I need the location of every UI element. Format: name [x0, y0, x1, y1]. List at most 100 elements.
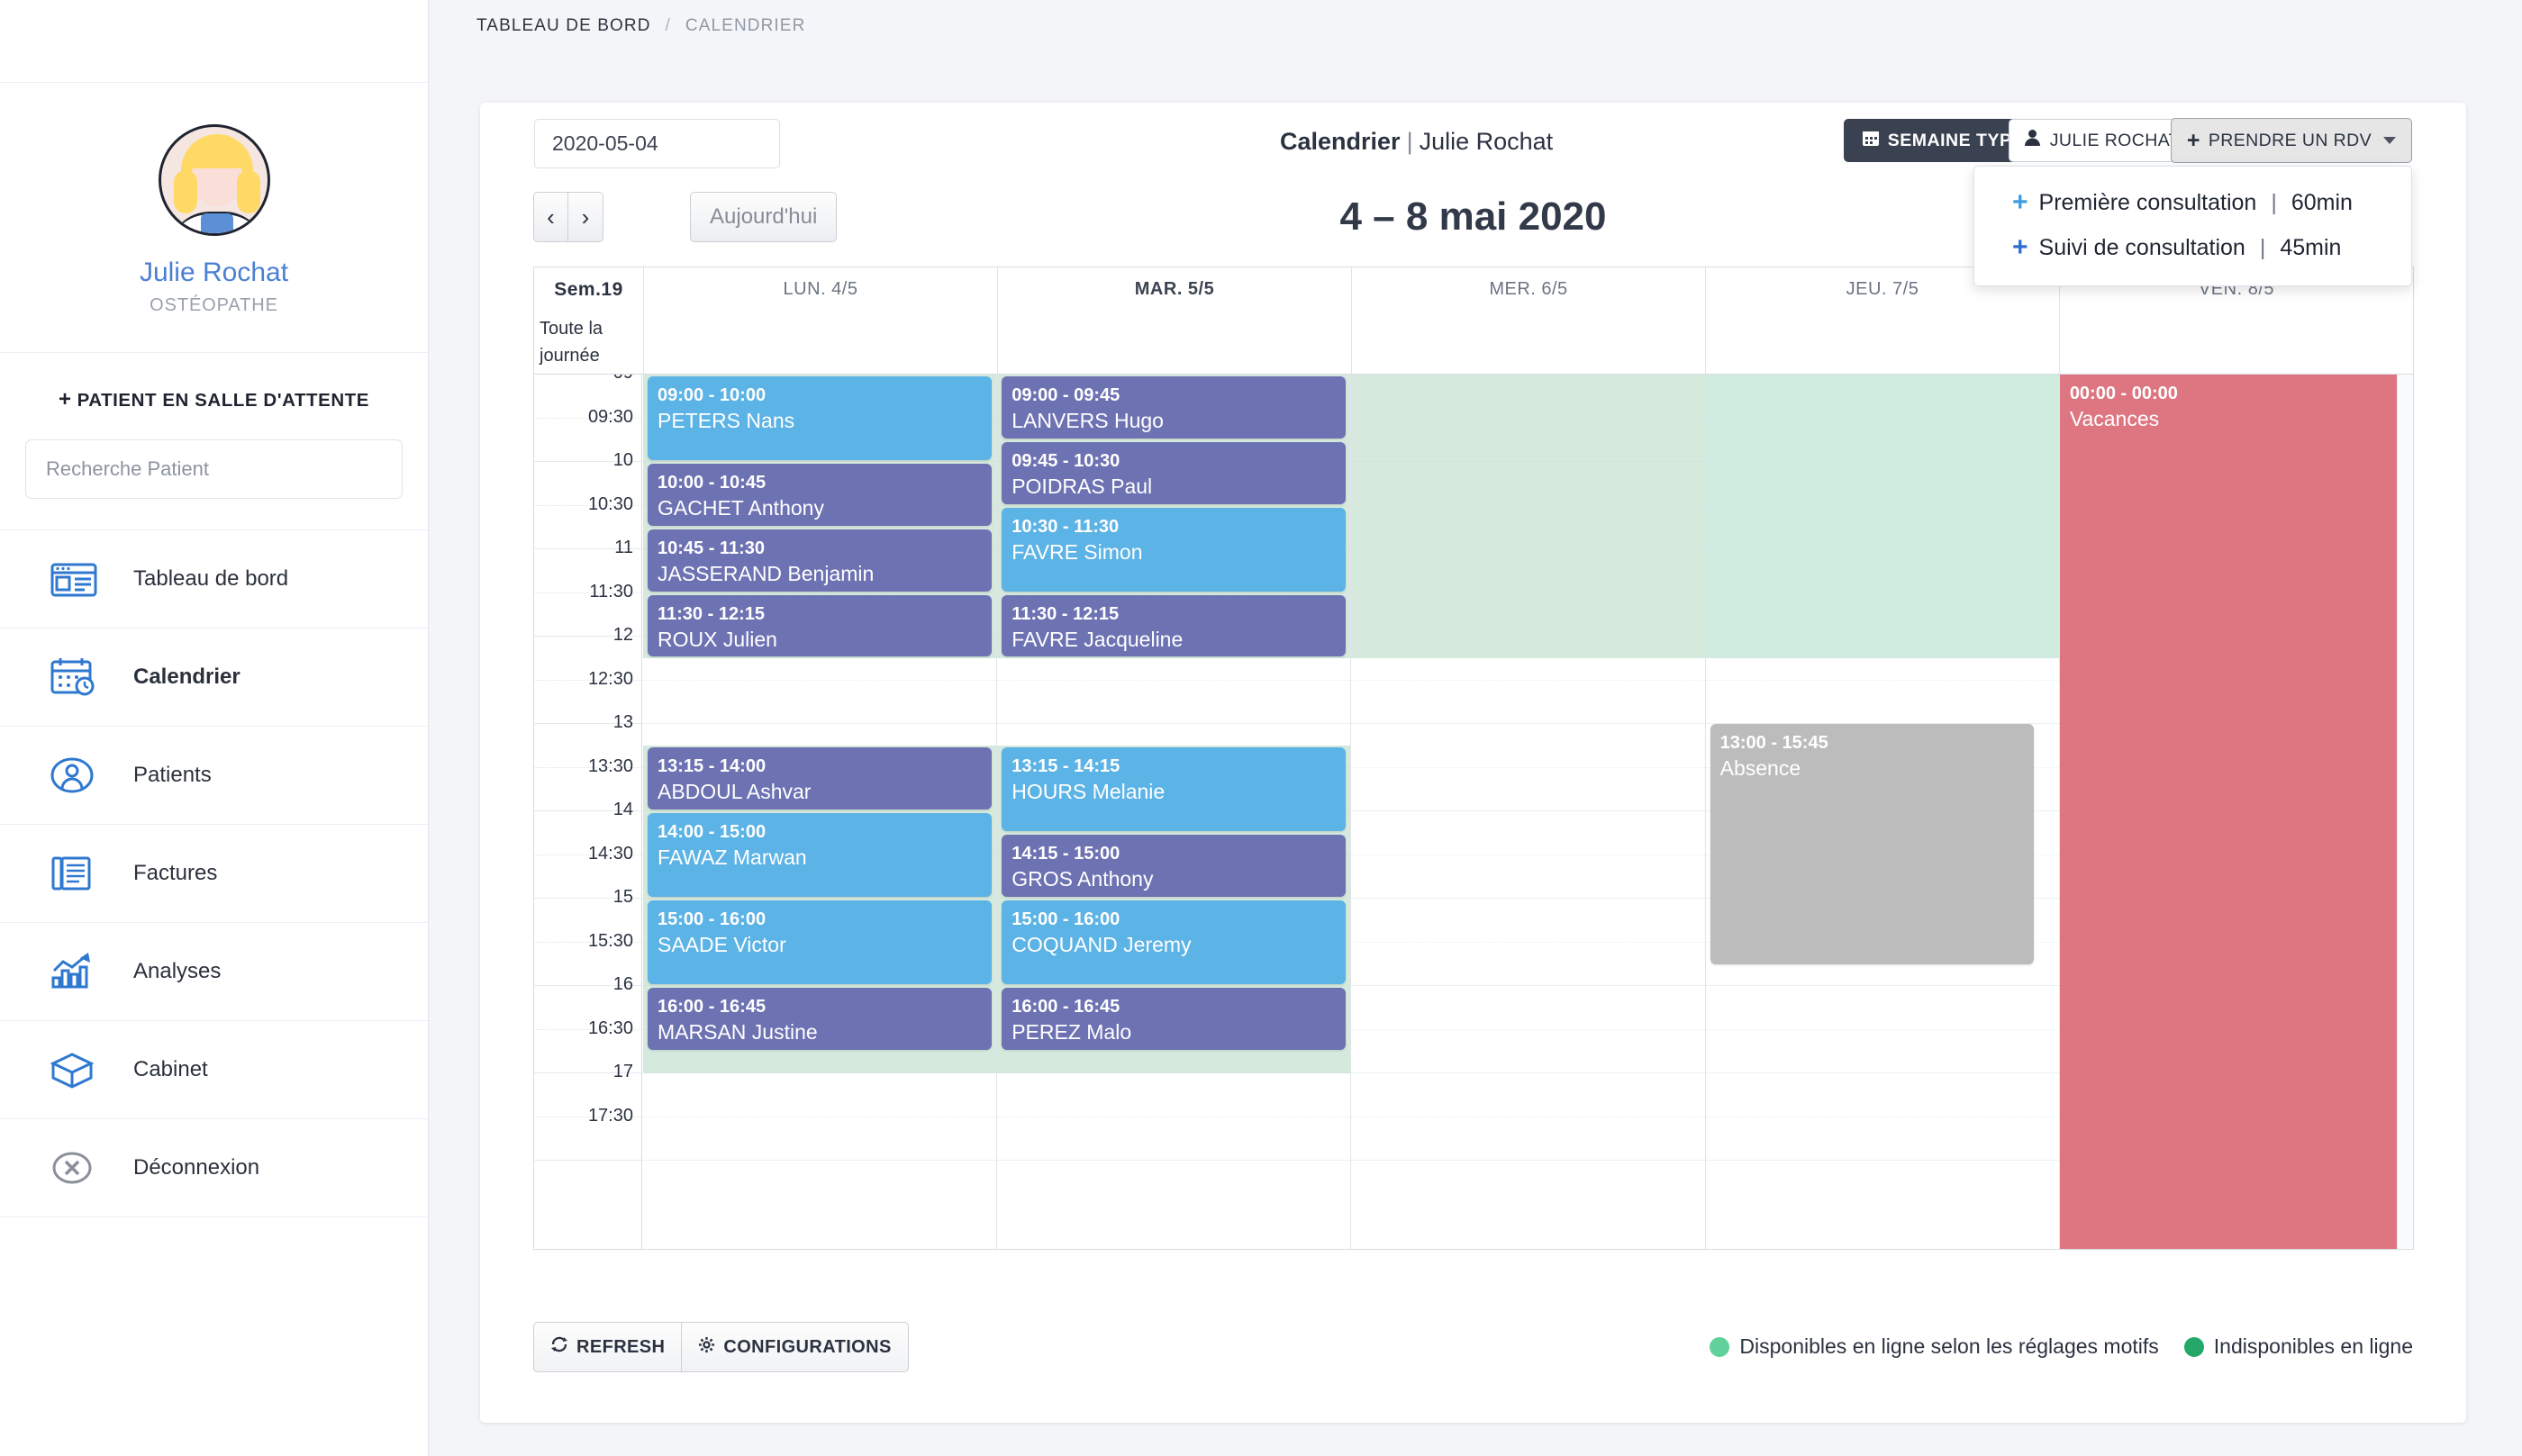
configurations-button[interactable]: CONFIGURATIONS: [682, 1322, 909, 1372]
day-column[interactable]: 00:00 - 00:00 Vacances: [2059, 375, 2413, 1249]
calendar-event[interactable]: 10:45 - 11:30 JASSERAND Benjamin: [648, 529, 993, 592]
day-column[interactable]: 09:00 - 10:00 PETERS Nans 10:00 - 10:45 GAC…: [643, 375, 998, 1249]
all-day-label: Toute la journée: [534, 312, 643, 374]
search-input[interactable]: [25, 439, 403, 499]
calendar-event[interactable]: 13:15 - 14:15 HOURS Melanie: [1002, 747, 1347, 832]
dropdown-item-premiere-consultation[interactable]: + Première consultation | 60min: [1974, 180, 2411, 225]
all-day-cell-ven[interactable]: [2059, 312, 2413, 374]
day-column[interactable]: 09:00 - 09:45 LANVERS Hugo 09:45 - 10:30 PO…: [997, 375, 1352, 1249]
time-label: 17: [612, 1062, 633, 1081]
calendar-event[interactable]: 14:15 - 15:00 GROS Anthony: [1002, 835, 1347, 897]
time-label: 09: [613, 375, 633, 384]
calendar-event[interactable]: 00:00 - 00:00 Vacances: [2059, 375, 2413, 1249]
all-day-cell-mar[interactable]: [997, 312, 1351, 374]
event-title: Vacances: [2069, 407, 2160, 430]
user-circle-icon: [50, 755, 133, 796]
app-root: Julie Rochat OSTÉOPATHE + PATIENT EN SALL…: [0, 0, 2522, 1456]
gear-icon: [698, 1336, 715, 1359]
all-day-cell-lun[interactable]: [643, 312, 997, 374]
chevron-down-icon: [2383, 137, 2396, 144]
calendar-event[interactable]: 15:00 - 16:00 SAADE Victor: [648, 900, 993, 984]
time-label: 11:30: [589, 581, 633, 601]
event-time: 09:00 - 10:00: [658, 385, 767, 405]
status-dot-available-icon: [1710, 1336, 1730, 1357]
sidebar-item-patients[interactable]: Patients: [0, 727, 428, 825]
breadcrumb-current: CALENDRIER: [685, 15, 806, 35]
time-label: 14:30: [587, 843, 633, 864]
calendar-toolbar: Calendrier|Julie Rochat SEMAINE TYPE JUL…: [480, 103, 2466, 286]
calendar-event[interactable]: 16:00 - 16:45 MARSAN Justine: [648, 988, 993, 1050]
day-header-lun[interactable]: LUN. 4/5: [643, 267, 997, 312]
time-label: 10: [612, 450, 633, 470]
calendar-event[interactable]: 15:00 - 16:00 COQUAND Jeremy: [1002, 900, 1347, 984]
sidebar-item-tableau-de-bord[interactable]: Tableau de bord: [0, 530, 428, 629]
dropdown-item-sep: |: [2259, 234, 2266, 260]
calendar-legend: Disponibles en ligne selon les réglages …: [1697, 1334, 2413, 1359]
user-icon: [2024, 129, 2041, 152]
logout-circle-x-icon: [50, 1147, 133, 1189]
calendar-event[interactable]: 11:30 - 12:15 ROUX Julien: [648, 594, 993, 657]
configurations-label: CONFIGURATIONS: [723, 1336, 892, 1357]
day-header-mar[interactable]: MAR. 5/5: [997, 267, 1351, 312]
event-title: ROUX Julien: [658, 627, 777, 651]
avatar: [158, 124, 270, 236]
time-label: 12:30: [587, 668, 633, 689]
sidebar-item-analyses[interactable]: Analyses: [0, 923, 428, 1021]
time-label: 16:30: [587, 1017, 633, 1038]
breadcrumb: TABLEAU DE BORD / CALENDRIER: [429, 0, 2522, 51]
event-time: 15:00 - 16:00: [658, 909, 767, 929]
profile-name[interactable]: Julie Rochat: [0, 258, 428, 288]
event-time: 09:00 - 09:45: [1012, 385, 1120, 405]
calendar-event[interactable]: 09:00 - 10:00 PETERS Nans: [648, 376, 993, 460]
calendar-event[interactable]: 09:45 - 10:30 POIDRAS Paul: [1002, 441, 1347, 504]
day-header-mer[interactable]: MER. 6/5: [1351, 267, 1705, 312]
event-title: GROS Anthony: [1012, 867, 1154, 891]
all-day-cell-jeu[interactable]: [1705, 312, 2059, 374]
all-day-cell-mer[interactable]: [1351, 312, 1705, 374]
add-waiting-room-patient-button[interactable]: + PATIENT EN SALLE D'ATTENTE: [0, 353, 428, 439]
sidebar-item-cabinet[interactable]: Cabinet: [0, 1021, 428, 1119]
calendar-clock-icon: [50, 656, 133, 698]
day-column[interactable]: [1351, 375, 1706, 1249]
box-icon: [50, 1049, 133, 1090]
sidebar-item-label: Calendrier: [133, 665, 240, 689]
event-title: LANVERS Hugo: [1012, 409, 1164, 432]
prendre-rdv-button[interactable]: + PRENDRE UN RDV: [2170, 118, 2412, 163]
calendar-event[interactable]: 09:00 - 09:45 LANVERS Hugo: [1002, 376, 1347, 439]
page-title: Calendrier | Julie Rochat: [1280, 128, 1553, 156]
calendar-icon: [1862, 129, 1880, 152]
calendar-footer: REFRESH CONFIGURATIONS Disponibles en li…: [533, 1322, 2413, 1374]
sidebar-item-deconnexion[interactable]: Déconnexion: [0, 1119, 428, 1217]
refresh-button[interactable]: REFRESH: [533, 1322, 683, 1372]
sidebar-item-factures[interactable]: Factures: [0, 825, 428, 923]
date-input[interactable]: [534, 119, 780, 168]
calendar-event[interactable]: 10:00 - 10:45 GACHET Anthony: [648, 464, 993, 526]
time-axis-column: 09 09:30 10 10:30 11 11:30 12 12:30 13 13:30 14 14:…: [534, 375, 642, 1249]
calendar-event[interactable]: 14:00 - 15:00 FAWAZ Marwan: [648, 813, 993, 897]
calendar-event[interactable]: 16:00 - 16:45 PEREZ Malo: [1002, 988, 1347, 1050]
page-title-sep: |: [1406, 128, 1413, 155]
event-title: PETERS Nans: [658, 409, 795, 432]
plus-icon: +: [2012, 232, 2028, 262]
event-title: FAWAZ Marwan: [658, 846, 807, 869]
calendar-event[interactable]: 13:00 - 15:45 Absence: [1710, 724, 2034, 964]
sidebar-item-calendrier[interactable]: Calendrier: [0, 629, 428, 727]
calendar-event[interactable]: 13:15 - 14:00 ABDOUL Ashvar: [648, 747, 993, 809]
dropdown-item-suivi-consultation[interactable]: + Suivi de consultation | 45min: [1974, 225, 2411, 270]
calendar-scrollbar[interactable]: [2397, 375, 2413, 1249]
dropdown-item-sep: |: [2271, 189, 2277, 215]
time-label: 17:30: [587, 1105, 633, 1126]
sidebar-item-label: Déconnexion: [133, 1155, 260, 1180]
legend-label-available: Disponibles en ligne selon les réglages …: [1739, 1334, 2159, 1358]
time-label: 09:30: [587, 406, 633, 427]
calendar-event[interactable]: 11:30 - 12:15 FAVRE Jacqueline: [1002, 594, 1347, 657]
day-column[interactable]: 13:00 - 15:45 Absence: [1705, 375, 2060, 1249]
availability-band: [1351, 375, 1705, 659]
sidebar-logo-area: [0, 0, 428, 83]
breadcrumb-root[interactable]: TABLEAU DE BORD: [476, 16, 651, 36]
event-title: HOURS Melanie: [1012, 780, 1166, 804]
sidebar-item-label: Analyses: [133, 959, 222, 983]
event-title: JASSERAND Benjamin: [658, 561, 875, 585]
calendar-body: 09 09:30 10 10:30 11 11:30 12 12:30 13 13:30 14 14:…: [533, 374, 2414, 1250]
calendar-event[interactable]: 10:30 - 11:30 FAVRE Simon: [1002, 507, 1347, 592]
